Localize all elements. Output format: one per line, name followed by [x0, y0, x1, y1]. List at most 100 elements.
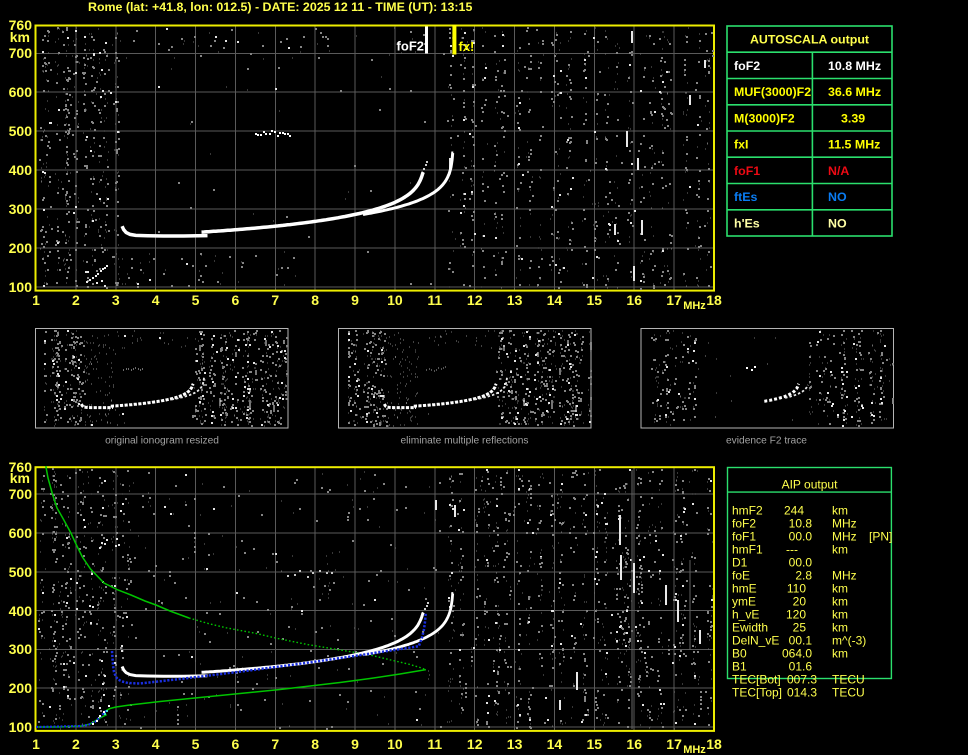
svg-text:200: 200: [9, 680, 33, 696]
svg-text:3: 3: [112, 736, 120, 752]
svg-text:17: 17: [666, 736, 682, 752]
svg-text:120: 120: [786, 608, 806, 622]
svg-text:00.0: 00.0: [789, 556, 813, 570]
svg-text:[PN]: [PN]: [869, 530, 892, 544]
svg-text:fx!: fx!: [459, 39, 475, 54]
svg-text:13: 13: [507, 292, 523, 308]
svg-text:foE: foE: [732, 569, 750, 583]
svg-text:3: 3: [112, 292, 120, 308]
svg-text:100: 100: [9, 719, 33, 735]
svg-text:007.3: 007.3: [787, 673, 817, 687]
svg-text:MHz: MHz: [683, 300, 706, 312]
svg-text:7: 7: [271, 736, 279, 752]
svg-text:N/A: N/A: [828, 164, 849, 178]
svg-text:110: 110: [787, 582, 806, 596]
svg-text:18: 18: [706, 292, 722, 308]
svg-text:400: 400: [9, 162, 33, 178]
svg-text:5: 5: [192, 292, 200, 308]
svg-text:11: 11: [427, 292, 442, 308]
svg-text:foF1: foF1: [732, 530, 756, 544]
svg-text:064.0: 064.0: [782, 647, 812, 661]
svg-text:TEC[Bot]: TEC[Bot]: [732, 673, 781, 687]
svg-text:16: 16: [626, 736, 642, 752]
svg-text:MHz: MHz: [832, 517, 857, 531]
svg-text:14: 14: [547, 736, 563, 752]
svg-text:foF2: foF2: [734, 59, 760, 73]
svg-text:10.8: 10.8: [789, 517, 813, 531]
svg-text:MHz: MHz: [832, 530, 857, 544]
svg-text:TECU: TECU: [832, 673, 865, 687]
svg-text:00.1: 00.1: [789, 634, 813, 648]
svg-text:foF2: foF2: [397, 39, 424, 54]
svg-text:7: 7: [271, 292, 279, 308]
svg-text:600: 600: [9, 525, 33, 541]
svg-text:15: 15: [587, 292, 603, 308]
svg-text:11: 11: [427, 736, 442, 752]
svg-text:MUF(3000)F2: MUF(3000)F2: [734, 85, 811, 99]
svg-text:9: 9: [351, 736, 359, 752]
svg-text:m^(-3): m^(-3): [832, 634, 866, 648]
svg-text:1: 1: [32, 292, 40, 308]
svg-text:700: 700: [9, 486, 33, 502]
svg-text:14: 14: [547, 292, 563, 308]
svg-text:10.8 MHz: 10.8 MHz: [828, 59, 881, 73]
svg-text:6: 6: [232, 736, 240, 752]
svg-text:NO: NO: [828, 190, 847, 204]
svg-text:eliminate multiple reflections: eliminate multiple reflections: [401, 436, 529, 447]
svg-text:700: 700: [9, 45, 33, 61]
svg-text:300: 300: [9, 641, 33, 657]
svg-text:ftEs: ftEs: [734, 190, 758, 204]
svg-text:km: km: [832, 543, 848, 557]
svg-text:500: 500: [9, 123, 33, 139]
svg-text:00.0: 00.0: [789, 530, 813, 544]
svg-text:6: 6: [232, 292, 240, 308]
svg-text:DelN_vE: DelN_vE: [732, 634, 779, 648]
svg-text:400: 400: [9, 603, 33, 619]
svg-text:km: km: [832, 582, 848, 596]
svg-text:km: km: [832, 608, 848, 622]
svg-text:km: km: [832, 621, 848, 635]
svg-text:10: 10: [387, 736, 403, 752]
svg-text:8: 8: [311, 292, 319, 308]
svg-text:12: 12: [467, 736, 483, 752]
svg-text:8: 8: [311, 736, 319, 752]
svg-text:13: 13: [507, 736, 523, 752]
svg-text:hmF2: hmF2: [732, 504, 763, 518]
svg-text:M(3000)F2: M(3000)F2: [734, 111, 795, 125]
svg-text:3.39: 3.39: [841, 111, 865, 125]
svg-text:TEC[Top]: TEC[Top]: [732, 686, 782, 700]
svg-text:12: 12: [467, 292, 483, 308]
svg-text:5: 5: [192, 736, 200, 752]
svg-text:300: 300: [9, 201, 33, 217]
svg-text:4: 4: [152, 736, 160, 752]
svg-text:km: km: [10, 470, 30, 486]
svg-text:014.3: 014.3: [787, 686, 817, 700]
svg-text:11.5 MHz: 11.5 MHz: [828, 138, 880, 152]
svg-text:4: 4: [152, 292, 160, 308]
svg-text:AIP output: AIP output: [782, 477, 838, 491]
svg-text:NO: NO: [828, 216, 847, 230]
svg-text:100: 100: [9, 279, 33, 295]
svg-text:25: 25: [793, 621, 807, 635]
svg-text:600: 600: [9, 84, 33, 100]
svg-text:16: 16: [626, 292, 642, 308]
svg-text:MHz: MHz: [683, 744, 706, 755]
svg-text:B0: B0: [732, 647, 747, 661]
svg-text:---: ---: [786, 543, 798, 557]
svg-text:17: 17: [666, 292, 682, 308]
svg-text:foF1: foF1: [734, 164, 760, 178]
svg-text:200: 200: [9, 240, 33, 256]
svg-text:1: 1: [32, 736, 40, 752]
svg-text:hmE: hmE: [732, 582, 757, 596]
svg-text:hmF1: hmF1: [732, 543, 763, 557]
svg-text:244: 244: [784, 504, 804, 518]
svg-text:B1: B1: [732, 660, 747, 674]
svg-text:foF2: foF2: [732, 517, 756, 531]
svg-text:15: 15: [587, 736, 603, 752]
svg-text:18: 18: [706, 736, 722, 752]
svg-text:km: km: [832, 595, 848, 609]
svg-text:TECU: TECU: [832, 686, 865, 700]
svg-text:h_vE: h_vE: [732, 608, 759, 622]
svg-text:D1: D1: [732, 556, 748, 570]
svg-text:01.6: 01.6: [789, 660, 813, 674]
